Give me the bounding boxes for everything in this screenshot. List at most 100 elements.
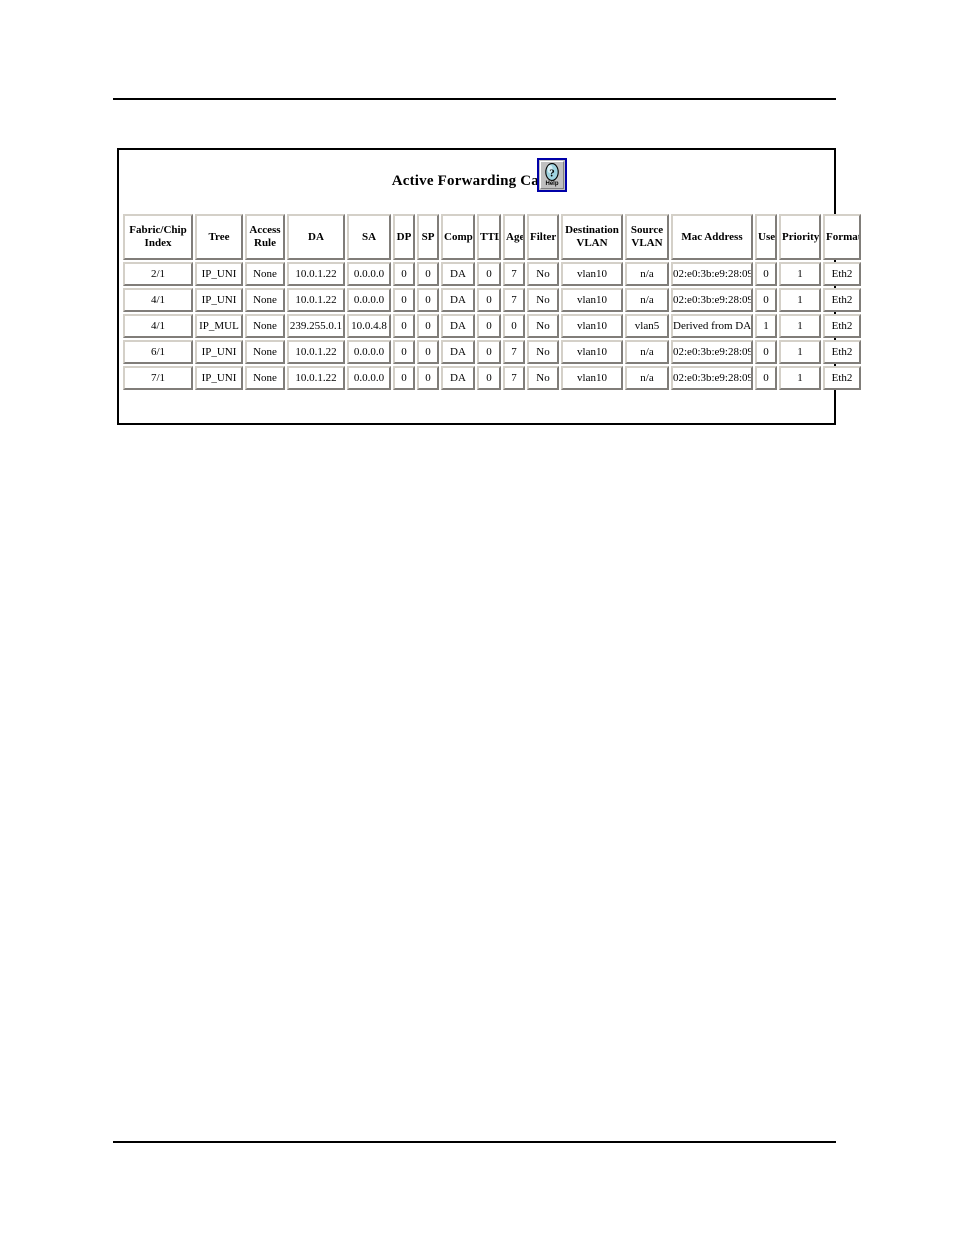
column-header-dp: DP <box>393 214 415 260</box>
cell-dp: 0 <box>393 288 415 312</box>
page-title: Active Forwarding Cache <box>391 172 562 189</box>
column-header-source_vlan: Source VLAN <box>625 214 669 260</box>
column-header-label: Source <box>630 224 664 236</box>
cell-da: 10.0.1.22 <box>287 366 345 390</box>
cell-use: 0 <box>755 366 777 390</box>
column-header-sp: SP <box>417 214 439 260</box>
help-button-label: Help <box>545 181 559 187</box>
cell-fabric_chip_index: 4/1 <box>123 288 193 312</box>
column-header-tree: Tree <box>195 214 243 260</box>
cell-comp: DA <box>441 314 475 338</box>
cell-comp: DA <box>441 262 475 286</box>
cell-dp: 0 <box>393 262 415 286</box>
cell-destination_vlan: vlan10 <box>561 314 623 338</box>
cell-fabric_chip_index: 6/1 <box>123 340 193 364</box>
cell-sp: 0 <box>417 314 439 338</box>
cell-source_vlan: n/a <box>625 288 669 312</box>
cell-mac_address: Derived from DA <box>671 314 753 338</box>
cell-filter: No <box>527 314 559 338</box>
column-header-label: DP <box>396 230 412 243</box>
help-button[interactable]: ? Help <box>537 158 567 192</box>
cell-tree: IP_UNI <box>195 366 243 390</box>
column-header-mac_address: Mac Address <box>671 214 753 260</box>
cell-use: 0 <box>755 262 777 286</box>
page-top-rule <box>113 98 836 100</box>
cell-age: 7 <box>503 366 525 390</box>
active-forwarding-cache-panel: Active Forwarding Cache ? Help Fabric/Ch… <box>117 148 861 425</box>
column-header-label-line2: Rule <box>254 237 276 249</box>
cell-use: 0 <box>755 340 777 364</box>
cell-da: 10.0.1.22 <box>287 262 345 286</box>
cell-destination_vlan: vlan10 <box>561 288 623 312</box>
cell-mac_address: 02:e0:3b:e9:28:09 <box>671 288 753 312</box>
cell-tree: IP_UNI <box>195 340 243 364</box>
cell-age: 7 <box>503 288 525 312</box>
cell-destination_vlan: vlan10 <box>561 340 623 364</box>
cell-access_rule: None <box>245 262 285 286</box>
cell-fabric_chip_index: 4/1 <box>123 314 193 338</box>
cell-da: 239.255.0.1 <box>287 314 345 338</box>
column-header-label: Filter <box>530 230 557 243</box>
cell-mac_address: 02:e0:3b:e9:28:09 <box>671 262 753 286</box>
cell-ttl: 0 <box>477 262 501 286</box>
cell-priority: 1 <box>779 366 821 390</box>
svg-text:?: ? <box>549 168 555 180</box>
column-header-label-line2: Index <box>144 237 172 249</box>
column-header-label: Use <box>758 230 776 243</box>
cell-age: 0 <box>503 314 525 338</box>
cell-mac_address: 02:e0:3b:e9:28:09 <box>671 340 753 364</box>
cell-filter: No <box>527 262 559 286</box>
cell-sp: 0 <box>417 366 439 390</box>
cell-source_vlan: n/a <box>625 262 669 286</box>
column-header-label: SA <box>361 230 377 243</box>
cell-destination_vlan: vlan10 <box>561 262 623 286</box>
cell-mac_address: 02:e0:3b:e9:28:09 <box>671 366 753 390</box>
cell-dp: 0 <box>393 366 415 390</box>
cell-access_rule: None <box>245 314 285 338</box>
table-row: 4/1 IP_MUL None 239.255.0.1 10.0.4.8 0 0 DA 0 0 No… <box>123 314 861 338</box>
column-header-use: Use <box>755 214 777 260</box>
column-header-comp: Comp <box>441 214 475 260</box>
cell-filter: No <box>527 366 559 390</box>
cell-sp: 0 <box>417 288 439 312</box>
cell-tree: IP_MUL <box>195 314 243 338</box>
column-header-label: Destination <box>565 224 619 236</box>
column-header-label: Access <box>249 224 281 236</box>
column-header-label: Mac Address <box>681 230 743 243</box>
cell-comp: DA <box>441 288 475 312</box>
cell-sa: 0.0.0.0 <box>347 262 391 286</box>
cell-age: 7 <box>503 340 525 364</box>
cell-priority: 1 <box>779 262 821 286</box>
table-row: 6/1 IP_UNI None 10.0.1.22 0.0.0.0 0 0 DA 0 7 No vla… <box>123 340 861 364</box>
cell-sa: 0.0.0.0 <box>347 366 391 390</box>
column-header-access_rule: Access Rule <box>245 214 285 260</box>
table-header-row: Fabric/Chip Index Tree Access Rule DA SA DP SP Co… <box>123 214 861 260</box>
cell-format: Eth2 <box>823 366 861 390</box>
cell-format: Eth2 <box>823 340 861 364</box>
column-header-filter: Filter <box>527 214 559 260</box>
cell-da: 10.0.1.22 <box>287 340 345 364</box>
column-header-priority: Priority <box>779 214 821 260</box>
cell-tree: IP_UNI <box>195 262 243 286</box>
table-row: 4/1 IP_UNI None 10.0.1.22 0.0.0.0 0 0 DA 0 7 No vla… <box>123 288 861 312</box>
cell-use: 1 <box>755 314 777 338</box>
column-header-label: Comp <box>444 230 473 243</box>
cell-filter: No <box>527 340 559 364</box>
cell-format: Eth2 <box>823 262 861 286</box>
cell-comp: DA <box>441 366 475 390</box>
cell-use: 0 <box>755 288 777 312</box>
panel-title-bar: Active Forwarding Cache ? Help <box>119 150 834 212</box>
column-header-label: Priority <box>782 230 820 243</box>
cell-sp: 0 <box>417 340 439 364</box>
cell-source_vlan: vlan5 <box>625 314 669 338</box>
column-header-label: Fabric/Chip <box>129 224 187 236</box>
cell-ttl: 0 <box>477 366 501 390</box>
cell-dp: 0 <box>393 314 415 338</box>
cell-format: Eth2 <box>823 314 861 338</box>
table-row: 7/1 IP_UNI None 10.0.1.22 0.0.0.0 0 0 DA 0 7 No vla… <box>123 366 861 390</box>
cell-source_vlan: n/a <box>625 366 669 390</box>
column-header-label: Age <box>506 230 525 243</box>
column-header-destination_vlan: Destination VLAN <box>561 214 623 260</box>
cell-sa: 0.0.0.0 <box>347 288 391 312</box>
column-header-label-line2: VLAN <box>576 237 608 249</box>
